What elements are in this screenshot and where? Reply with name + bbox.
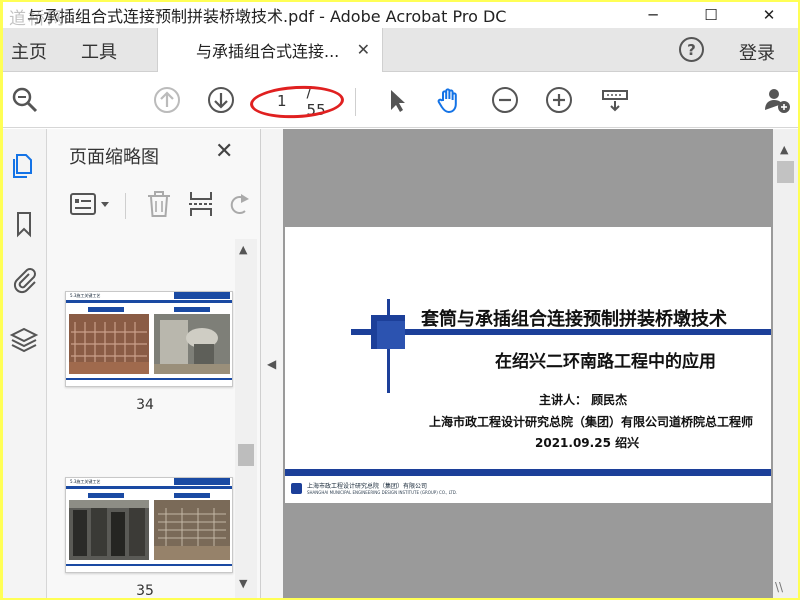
toolbar: 1 / 55 [3,72,798,128]
maximize-button[interactable]: ☐ [682,2,740,28]
toolbar-divider [355,88,356,116]
zoom-out-icon[interactable] [491,86,519,114]
page-display-icon[interactable] [601,86,629,114]
menu-tools[interactable]: 工具 [81,38,117,64]
title-bar: 与承插组合式连接预制拼装桥墩技术.pdf - Adobe Acrobat Pro… [3,2,798,29]
slide-speaker: 主讲人： 顾民杰 [539,393,628,407]
thumbnail-photo [154,314,230,374]
zoom-in-icon[interactable] [545,86,573,114]
thumbnail-list: 5.3施工关键工艺 34 5.3施工关键工艺 35 [47,239,243,598]
window-title: 与承插组合式连接预制拼装桥墩技术.pdf - Adobe Acrobat Pro… [27,7,507,26]
slide-footer-bar [285,469,771,476]
window-controls: ─ ☐ ✕ [624,2,798,28]
slide-footer-en: SHANGHAI MUNICIPAL ENGINEERING DESIGN IN… [307,490,458,495]
title-square-shadow [377,321,405,349]
watermark-text: 道桥网 [9,9,66,29]
acrobat-window: 与承插组合式连接预制拼装桥墩技术.pdf - Adobe Acrobat Pro… [3,2,798,598]
thumbnail-top-rule [66,300,232,303]
document-tab[interactable]: 与承插组合式连接... ✕ [157,28,383,72]
thumbnail-page-34[interactable]: 5.3施工关键工艺 [65,291,233,387]
thumbnail-section-tag [174,292,230,299]
rotate-page-icon[interactable] [227,189,251,219]
scroll-down-icon[interactable]: ▼ [239,577,247,590]
corner-mark: \\ [775,580,784,594]
thumbnail-caption-bar [174,307,210,312]
login-link[interactable]: 登录 [739,39,775,65]
next-page-icon[interactable] [207,86,235,114]
close-panel-icon[interactable]: ✕ [215,139,233,164]
layers-icon[interactable] [9,325,39,355]
hand-tool-icon[interactable] [435,86,463,114]
previous-page-icon[interactable] [153,86,181,114]
thumbnail-page-number: 34 [136,397,154,413]
thumbnails-panel: 页面缩略图 ✕ 5.3施工关键工艺 34 5.3施工关键工艺 35 ▲ ▼ [47,129,261,598]
thumbnail-heading: 5.3施工关键工艺 [70,479,101,484]
thumbnail-page-35[interactable]: 5.3施工关键工艺 [65,477,233,573]
thumbnail-toolbar [47,187,261,229]
add-user-icon[interactable] [763,86,791,114]
panel-collapse-handle[interactable]: ◀ [261,129,283,598]
thumbnail-caption-bar [88,493,124,498]
panel-divider [125,193,126,219]
slide-date: 2021.09.25 绍兴 [535,436,640,450]
pdf-page: 套筒与承插组合连接预制拼装桥墩技术 在绍兴二环南路工程中的应用 主讲人： 顾民杰… [285,227,771,503]
thumbnails-panel-title: 页面缩略图 [69,147,159,168]
company-logo-icon [291,483,302,494]
delete-page-icon[interactable] [145,189,173,219]
slide-subtitle: 在绍兴二环南路工程中的应用 [495,352,716,372]
scroll-up-icon[interactable]: ▲ [239,243,247,256]
insert-page-icon[interactable] [187,189,215,219]
slide-organization: 上海市政工程设计研究总院（集团）有限公司道桥院总工程师 [429,415,754,429]
left-navigation-rail [3,129,47,598]
doc-scroll-up-icon[interactable]: ▲ [780,143,788,156]
select-arrow-icon[interactable] [383,86,411,114]
document-view[interactable]: 套筒与承插组合连接预制拼装桥墩技术 在绍兴二环南路工程中的应用 主讲人： 顾民杰… [283,129,773,598]
doc-scroll-thumb[interactable] [777,161,794,183]
slide-title: 套筒与承插组合连接预制拼装桥墩技术 [421,309,727,330]
help-icon[interactable]: ? [679,37,704,62]
minimize-button[interactable]: ─ [624,2,682,28]
thumbnail-bottom-rule [66,378,232,380]
thumbnail-scrollbar[interactable]: ▲ ▼ [235,239,257,598]
thumbnail-photo [69,500,149,560]
thumbnail-options-icon[interactable] [69,189,113,219]
close-tab-icon[interactable]: ✕ [357,40,370,59]
thumbnail-photo [154,500,230,560]
menu-home[interactable]: 主页 [11,38,47,64]
bookmark-icon[interactable] [9,209,39,239]
thumbnail-page-number: 35 [136,583,154,598]
menu-bar: 主页 工具 与承插组合式连接... ✕ ? 登录 [3,28,798,72]
thumbnail-section-tag [174,478,230,485]
slide-footer-cn: 上海市政工程设计研究总院（集团）有限公司 [307,483,428,490]
thumbnail-caption-bar [174,493,210,498]
thumbnail-caption-bar [88,307,124,312]
document-tab-label: 与承插组合式连接... [196,42,340,61]
collapse-arrow-icon[interactable]: ◀ [267,357,276,371]
thumbnail-heading: 5.3施工关键工艺 [70,293,101,298]
attachment-icon[interactable] [9,265,39,295]
search-zoom-icon[interactable] [11,86,39,114]
thumbnail-scroll-thumb[interactable] [238,444,254,466]
thumbnail-photo [69,314,149,374]
thumbnail-bottom-rule [66,564,232,566]
thumbnail-top-rule [66,486,232,489]
close-window-button[interactable]: ✕ [740,2,798,28]
document-scrollbar[interactable]: ▲ [773,129,798,598]
page-thumbnails-icon[interactable] [9,151,39,181]
